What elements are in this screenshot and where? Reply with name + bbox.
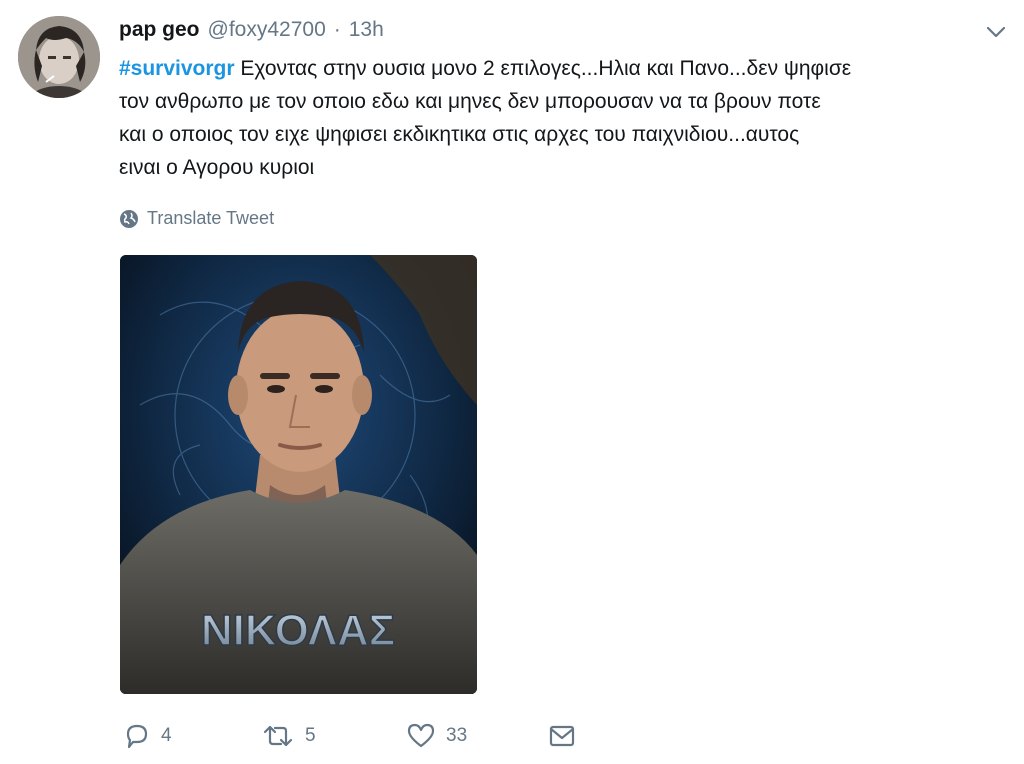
reply-count: 4: [161, 725, 172, 746]
user-avatar[interactable]: [18, 16, 100, 98]
tweet-text-segment: Εχοντας στην ουσια μονο 2 επιλογες...Ηλι…: [234, 57, 852, 80]
like-button[interactable]: 33: [406, 718, 467, 754]
chevron-down-icon[interactable]: [984, 22, 1008, 42]
tweet-text-line-3: και ο οποιος τον ειχε ψηφισει εκδικητικα…: [119, 123, 800, 146]
hashtag-link[interactable]: #survivorgr: [119, 57, 235, 80]
reply-button[interactable]: 4: [123, 718, 172, 754]
direct-message-button[interactable]: [548, 718, 586, 754]
tweet-media-image[interactable]: ΝΙΚΟΛΑΣ: [120, 255, 477, 694]
envelope-icon: [549, 725, 575, 747]
translate-tweet-link[interactable]: Translate Tweet: [119, 208, 274, 229]
retweet-icon: [263, 725, 293, 747]
display-name[interactable]: pap geo: [119, 18, 200, 42]
tweet-text-line-2: τον ανθρωπο με τον οποιο εδω και μηνες δ…: [119, 90, 821, 113]
tweet-actions: 4 5 33: [123, 718, 583, 754]
tweet-text-line-4: ειναι ο Αγορου κυριοι: [119, 156, 315, 179]
media-caption: ΝΙΚΟΛΑΣ: [201, 606, 395, 655]
tweet-text-line-1: #survivorgr Εχοντας στην ουσια μονο 2 επ…: [119, 52, 999, 85]
tweet-timestamp[interactable]: 13h: [349, 18, 384, 42]
user-handle[interactable]: @foxy42700: [208, 18, 326, 42]
globe-icon: [120, 209, 138, 228]
heart-icon: [407, 723, 435, 748]
retweet-button[interactable]: 5: [261, 718, 316, 754]
tweet-text: #survivorgr Εχοντας στην ουσια μονο 2 επ…: [119, 52, 999, 184]
translate-label: Translate Tweet: [147, 208, 275, 228]
separator-dot: ·: [333, 18, 341, 41]
retweet-count: 5: [305, 725, 316, 746]
tweet-header: pap geo @foxy42700 · 13h: [119, 18, 384, 46]
like-count: 33: [446, 725, 468, 746]
reply-icon: [126, 724, 148, 749]
